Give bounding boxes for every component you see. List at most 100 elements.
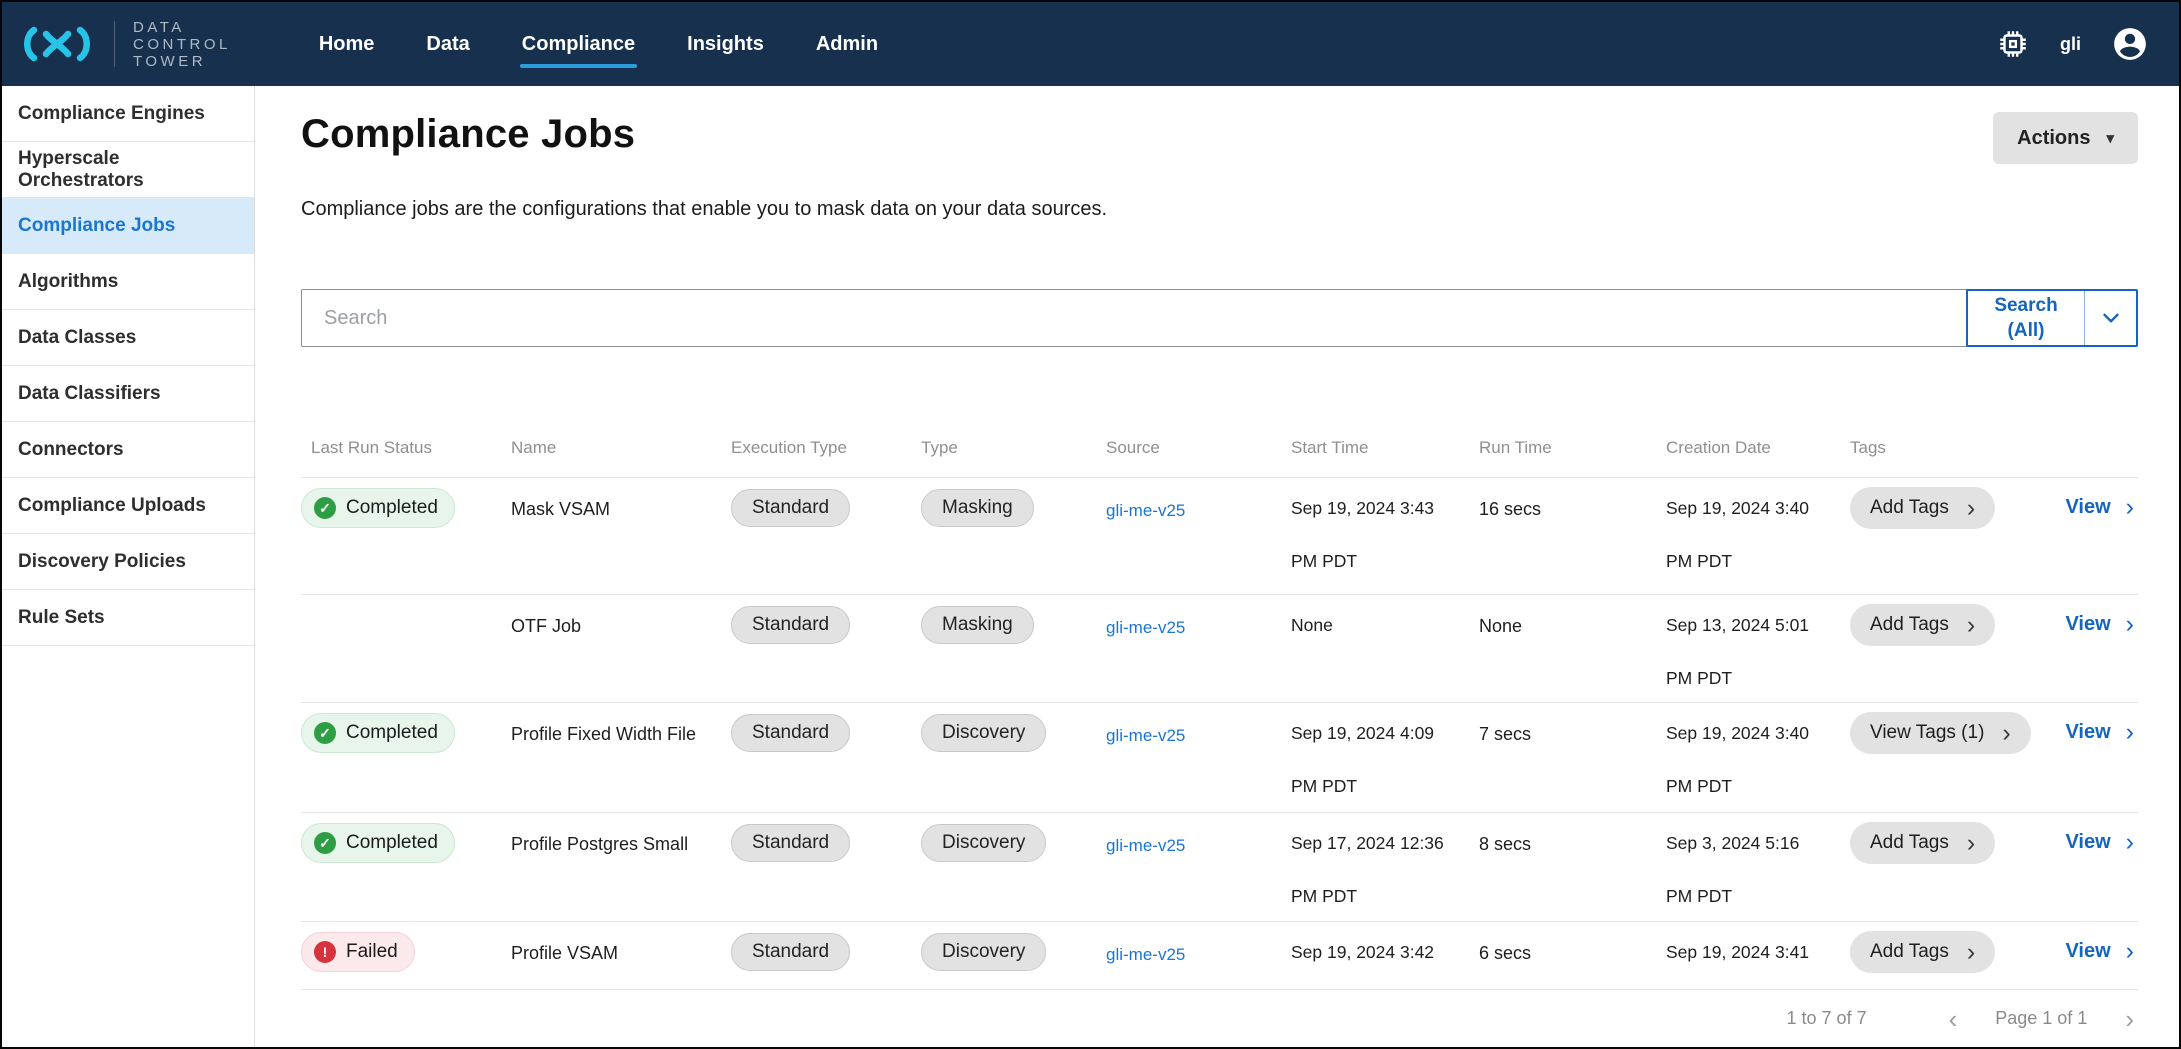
sidebar-item-compliance-uploads[interactable]: Compliance Uploads xyxy=(2,478,254,534)
execution-type-badge: Standard xyxy=(731,714,850,752)
type-badge: Discovery xyxy=(921,824,1046,862)
view-link[interactable]: View› xyxy=(2065,495,2134,520)
view-link[interactable]: View› xyxy=(2065,830,2134,855)
next-page-icon[interactable]: › xyxy=(2121,1006,2138,1032)
execution-type-badge: Standard xyxy=(731,824,850,862)
sidebar: Compliance Engines Hyperscale Orchestrat… xyxy=(2,86,255,1047)
account-icon[interactable] xyxy=(2111,25,2149,63)
creation-date-line1: Sep 19, 2024 3:40 xyxy=(1666,707,1850,760)
view-link[interactable]: View › xyxy=(2065,720,2134,745)
compliance-jobs-table: Last Run Status Name Execution Type Type… xyxy=(301,419,2138,1047)
sidebar-item-connectors[interactable]: Connectors xyxy=(2,422,254,478)
sidebar-item-hyperscale-orchestrators[interactable]: Hyperscale Orchestrators xyxy=(2,142,254,198)
nav-admin[interactable]: Admin xyxy=(816,25,878,64)
start-time-line2: PM PDT xyxy=(1291,760,1479,812)
start-time-line1: Sep 19, 2024 3:42 xyxy=(1291,926,1479,979)
tags-label: View Tags (1) xyxy=(1870,722,1984,744)
source-link[interactable]: gli-me-v25 xyxy=(1106,836,1185,855)
run-time: 16 secs xyxy=(1479,478,1666,520)
table-header-row: Last Run Status Name Execution Type Type… xyxy=(301,419,2138,477)
view-label: View xyxy=(2065,940,2110,963)
start-time: None xyxy=(1291,595,1479,652)
chevron-right-icon: › xyxy=(1967,613,1975,638)
creation-date-line2: PM PDT xyxy=(1666,870,1850,921)
api-engine-icon[interactable] xyxy=(1996,27,2030,61)
tags-button[interactable]: View Tags (1) › xyxy=(1850,712,2031,754)
creation-date-line2: PM PDT xyxy=(1666,760,1850,812)
col-name: Name xyxy=(511,438,731,458)
creation-date-line1: Sep 13, 2024 5:01 xyxy=(1666,599,1850,652)
col-source: Source xyxy=(1106,438,1291,458)
chevron-right-icon: › xyxy=(1967,940,1975,965)
source-link[interactable]: gli-me-v25 xyxy=(1106,618,1185,637)
tags-button[interactable]: Add Tags› xyxy=(1850,931,1995,973)
nav-insights[interactable]: Insights xyxy=(687,25,764,64)
execution-type-badge: Standard xyxy=(731,489,850,527)
source-link[interactable]: gli-me-v25 xyxy=(1106,501,1185,520)
sidebar-item-data-classes[interactable]: Data Classes xyxy=(2,310,254,366)
topbar-right: gli xyxy=(1996,25,2149,63)
nav-data[interactable]: Data xyxy=(426,25,469,64)
brand-name: DATA CONTROL TOWER xyxy=(133,19,231,70)
search-input[interactable] xyxy=(301,289,1967,347)
execution-type-badge: Standard xyxy=(731,933,850,971)
previous-page-icon[interactable]: ‹ xyxy=(1945,1006,1962,1032)
nav-home[interactable]: Home xyxy=(319,25,375,64)
sidebar-item-data-classifiers[interactable]: Data Classifiers xyxy=(2,366,254,422)
col-type: Type xyxy=(921,438,1106,458)
table-pagination: 1 to 7 of 7 ‹ Page 1 of 1 › xyxy=(301,990,2138,1047)
start-time: Sep 19, 2024 3:43PM PDT xyxy=(1291,478,1479,588)
creation-date: Sep 19, 2024 3:40PM PDT xyxy=(1666,478,1850,588)
source-link[interactable]: gli-me-v25 xyxy=(1106,945,1185,964)
sidebar-item-algorithms[interactable]: Algorithms xyxy=(2,254,254,310)
source-link[interactable]: gli-me-v25 xyxy=(1106,726,1185,745)
start-time-line2: PM PDT xyxy=(1291,535,1479,588)
actions-button[interactable]: Actions ▾ xyxy=(1993,112,2138,164)
search-scope-dropdown[interactable] xyxy=(2084,291,2136,345)
run-time: 6 secs xyxy=(1479,922,1666,964)
status-badge: ✓Completed xyxy=(301,823,455,863)
nav-compliance[interactable]: Compliance xyxy=(522,25,635,64)
creation-date-line1: Sep 19, 2024 3:41 xyxy=(1666,926,1850,979)
tags-button[interactable]: Add Tags› xyxy=(1850,604,1995,646)
start-time-line1: None xyxy=(1291,599,1479,652)
view-label: View xyxy=(2065,496,2110,519)
tags-button[interactable]: Add Tags› xyxy=(1850,822,1995,864)
status-badge: ✓Completed xyxy=(301,488,455,528)
view-link[interactable]: View › xyxy=(2065,939,2134,964)
sidebar-item-discovery-policies[interactable]: Discovery Policies xyxy=(2,534,254,590)
sidebar-item-compliance-engines[interactable]: Compliance Engines xyxy=(2,86,254,142)
job-name: Profile Fixed Width File xyxy=(511,703,731,745)
pagination-range: 1 to 7 of 7 xyxy=(1787,1008,1867,1029)
view-link[interactable]: View› xyxy=(2065,612,2134,637)
start-time-line2: PM PDT xyxy=(1291,870,1479,921)
creation-date: Sep 19, 2024 3:40PM PDT xyxy=(1666,703,1850,812)
view-label: View xyxy=(2065,721,2110,744)
col-execution-type: Execution Type xyxy=(731,438,921,458)
chevron-right-icon: › xyxy=(2126,720,2134,745)
start-time: Sep 19, 2024 4:09PM PDT xyxy=(1291,703,1479,812)
creation-date-line2: PM PDT xyxy=(1666,652,1850,702)
brand-line-1: DATA xyxy=(133,19,231,36)
type-badge: Discovery xyxy=(921,933,1046,971)
delphix-logo-icon xyxy=(18,18,96,70)
sidebar-item-compliance-jobs[interactable]: Compliance Jobs xyxy=(2,198,254,254)
chevron-right-icon: › xyxy=(2126,939,2134,964)
check-icon: ✓ xyxy=(314,832,336,854)
check-icon: ✓ xyxy=(314,497,336,519)
search-button[interactable]: Search (All) xyxy=(1968,291,2084,345)
top-navbar: DATA CONTROL TOWER Home Data Compliance … xyxy=(2,2,2179,86)
run-time: None xyxy=(1479,595,1666,637)
start-time: Sep 19, 2024 3:42 xyxy=(1291,922,1479,979)
type-badge: Masking xyxy=(921,606,1034,644)
run-time: 7 secs xyxy=(1479,703,1666,745)
view-label: View xyxy=(2065,613,2110,636)
job-name: Profile VSAM xyxy=(511,922,731,964)
actions-label: Actions xyxy=(2017,127,2090,150)
table-row: ✓Completed Profile Fixed Width File Stan… xyxy=(301,702,2138,812)
tags-button[interactable]: Add Tags› xyxy=(1850,487,1995,529)
search-bar: Search (All) xyxy=(301,289,2138,347)
sidebar-item-rule-sets[interactable]: Rule Sets xyxy=(2,590,254,646)
chevron-right-icon: › xyxy=(2002,721,2010,746)
creation-date: Sep 13, 2024 5:01PM PDT xyxy=(1666,595,1850,702)
